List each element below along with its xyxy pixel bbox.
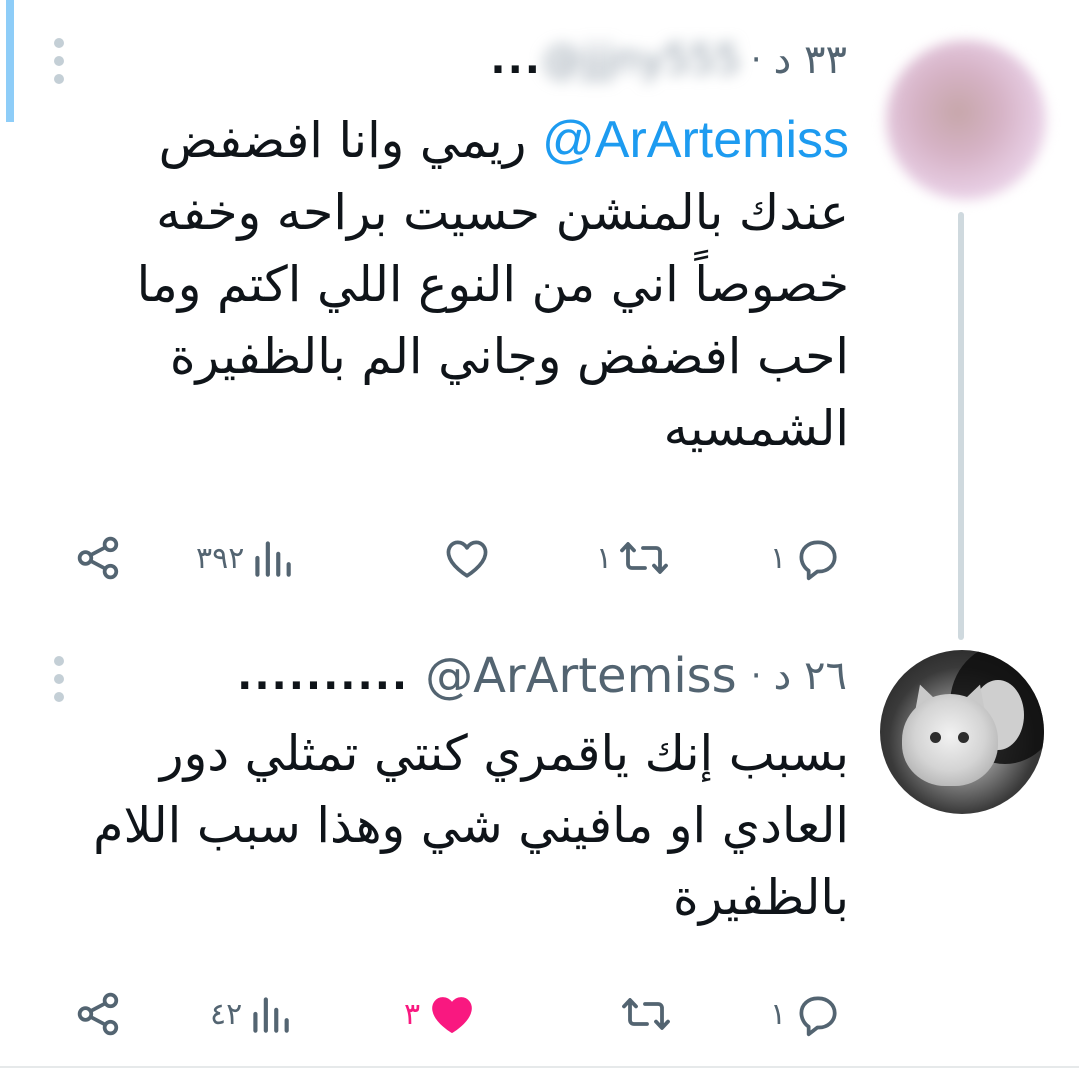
like-button[interactable] bbox=[436, 530, 492, 586]
tweet-text: بسبب إنك ياقمري كنتي تمثلي دور العادي او… bbox=[69, 718, 849, 934]
like-button[interactable]: ٣ bbox=[404, 986, 478, 1042]
mention-link[interactable]: @ArArtemiss bbox=[542, 111, 849, 169]
tweet-thread-view: ... @jjjny555 · ٣٣ د @ArArtemiss ريمي وا… bbox=[0, 0, 1079, 1072]
views-chart-icon bbox=[248, 989, 292, 1039]
retweet-button[interactable] bbox=[614, 986, 672, 1042]
reply-count: ١ bbox=[770, 540, 787, 576]
share-icon bbox=[74, 989, 124, 1039]
views-count: ٤٢ bbox=[210, 996, 243, 1032]
more-options-icon[interactable] bbox=[52, 38, 66, 84]
avatar[interactable] bbox=[880, 650, 1044, 814]
author-name[interactable]: .......... bbox=[237, 653, 409, 699]
share-button[interactable] bbox=[74, 986, 124, 1042]
retweet-count: ١ bbox=[596, 540, 613, 576]
reply-count: ١ bbox=[770, 996, 787, 1032]
retweet-icon bbox=[620, 989, 672, 1039]
tweet-header: .......... @ArArtemiss · ٢٦ د bbox=[237, 646, 847, 706]
share-icon bbox=[74, 533, 124, 583]
views-button[interactable]: ٤٢ bbox=[210, 986, 292, 1042]
share-button[interactable] bbox=[74, 530, 124, 586]
reply-button[interactable]: ١ bbox=[770, 530, 842, 586]
reply-icon bbox=[792, 533, 842, 583]
author-handle-blurred[interactable]: @jjjny555 bbox=[542, 37, 741, 83]
separator-dot: · bbox=[750, 40, 762, 80]
avatar[interactable] bbox=[886, 40, 1046, 200]
like-count: ٣ bbox=[404, 996, 421, 1032]
author-handle[interactable]: @ArArtemiss bbox=[425, 648, 737, 704]
thread-connector-line bbox=[958, 212, 964, 640]
retweet-button[interactable]: ١ bbox=[596, 530, 670, 586]
views-chart-icon bbox=[250, 533, 294, 583]
tweet-body: بسبب إنك ياقمري كنتي تمثلي دور العادي او… bbox=[93, 725, 849, 926]
reply-icon bbox=[792, 989, 842, 1039]
separator-dot: · bbox=[750, 656, 762, 696]
more-options-icon[interactable] bbox=[52, 656, 66, 702]
retweet-icon bbox=[618, 533, 670, 583]
views-button[interactable]: ٣٩٢ bbox=[196, 530, 294, 586]
tweet-time[interactable]: ٢٦ د bbox=[774, 653, 848, 699]
tweet-text: @ArArtemiss ريمي وانا افضفض عندك بالمنشن… bbox=[89, 104, 849, 465]
heart-icon bbox=[442, 533, 492, 583]
heart-filled-icon bbox=[426, 989, 478, 1039]
author-name[interactable]: ... bbox=[490, 37, 542, 83]
reply-button[interactable]: ١ bbox=[770, 986, 842, 1042]
tweet-header: ... @jjjny555 · ٣٣ د bbox=[490, 30, 847, 90]
scroll-indicator bbox=[6, 0, 14, 122]
views-count: ٣٩٢ bbox=[196, 540, 245, 576]
divider bbox=[0, 1066, 1079, 1068]
tweet-time[interactable]: ٣٣ د bbox=[774, 37, 848, 83]
